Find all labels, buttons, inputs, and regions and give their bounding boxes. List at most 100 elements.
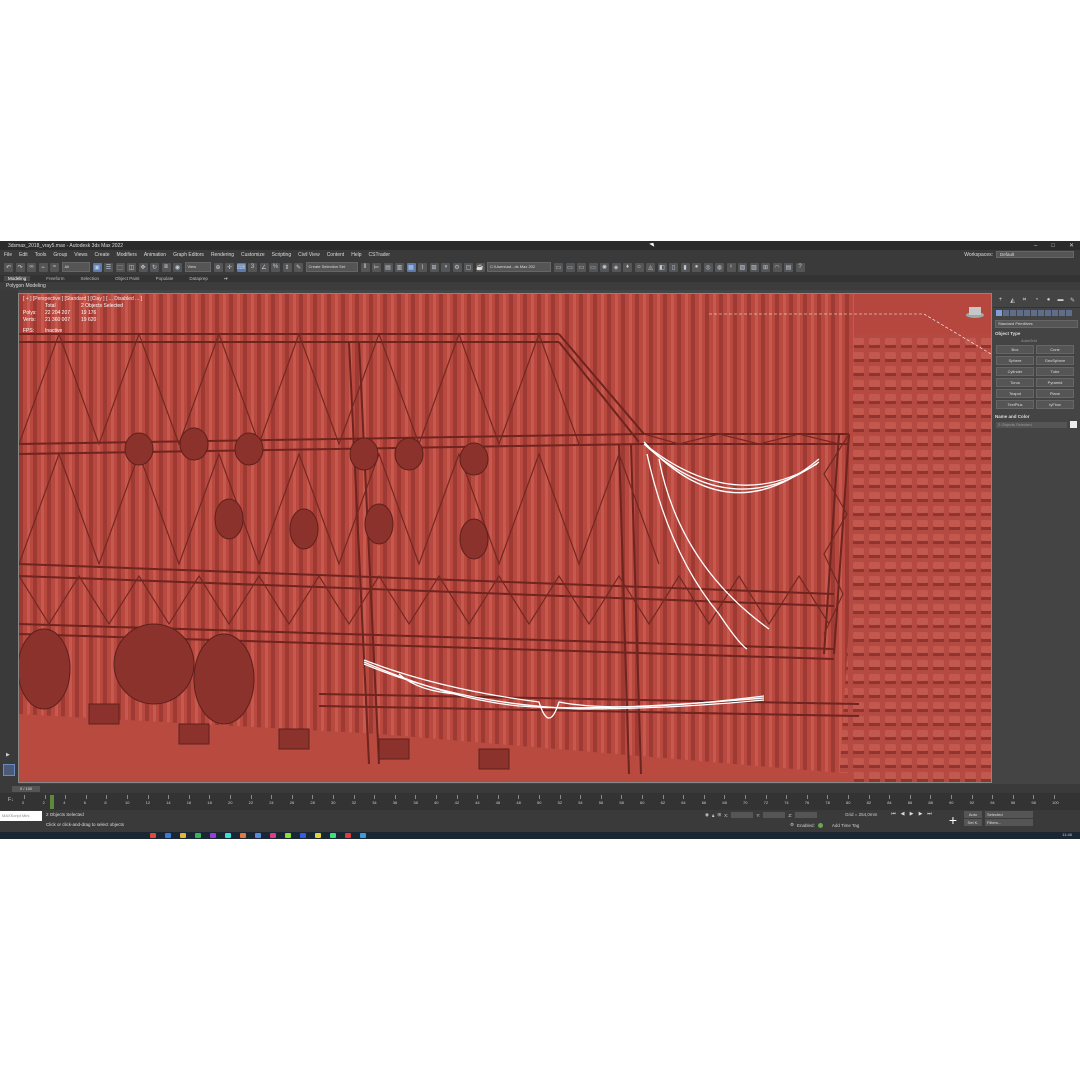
taskbar-app-icon[interactable] (210, 833, 216, 838)
taskbar-app-icon[interactable] (345, 833, 351, 838)
utilities-tab-icon[interactable]: ▬ (1056, 296, 1065, 305)
selection-filter-dropdown[interactable]: All (61, 262, 90, 272)
vray-material-icon[interactable]: ◍ (715, 262, 724, 272)
timeline-cursor[interactable] (50, 795, 54, 809)
tab-populate[interactable]: Populate (156, 276, 174, 281)
percent-snap-icon[interactable]: % (271, 262, 280, 272)
vray-plane-icon[interactable]: ▮ (680, 262, 690, 272)
script-icon[interactable]: ⚙ (790, 822, 794, 828)
taskbar-app-icon[interactable] (315, 833, 321, 838)
key-selection-dropdown[interactable]: Selected (985, 811, 1033, 818)
vray-camera-icon[interactable]: ◎ (703, 262, 713, 272)
y-coord-field[interactable] (763, 812, 786, 818)
play-icon[interactable]: ▶ (908, 811, 915, 818)
vray-sphere-icon[interactable]: ● (692, 262, 701, 272)
taskbar-app-icon[interactable] (240, 833, 246, 838)
shapes-icon[interactable] (1003, 310, 1009, 316)
vray-render-icon[interactable]: ✺ (600, 262, 609, 272)
textplus-button[interactable]: TextPlus (996, 400, 1034, 409)
spinner-snap-icon[interactable]: ⇕ (282, 262, 292, 272)
enabled-toggle[interactable] (817, 822, 823, 828)
select-move-icon[interactable]: ✥ (138, 262, 148, 272)
menu-file[interactable]: File (4, 252, 12, 258)
lock-icon[interactable]: 🔒︎ (712, 813, 714, 818)
pivot-center-icon[interactable]: ⊕ (213, 262, 223, 272)
vray-light-icon[interactable]: ♦ (623, 262, 632, 272)
reference-coord-dropdown[interactable]: View (184, 262, 211, 272)
object-name-field[interactable]: 2 Objects Selected (996, 421, 1067, 428)
menu-customize[interactable]: Customize (241, 252, 265, 258)
undo-icon[interactable]: ↶ (4, 262, 13, 272)
taskbar-app-icon[interactable] (180, 833, 186, 838)
menu-create[interactable]: Create (95, 252, 110, 258)
vray-dome-icon[interactable]: ◬ (646, 262, 655, 272)
curve-editor-icon[interactable]: ⌇ (418, 262, 427, 272)
geosphere-button[interactable]: GeoSphere (1036, 356, 1074, 365)
lights-icon[interactable] (1010, 310, 1016, 316)
object-type-rollout[interactable]: Object Type (995, 331, 1078, 336)
taskbar-app-icon[interactable] (300, 833, 306, 838)
autogrid-checkbox[interactable]: AutoGrid (1021, 338, 1080, 343)
torus-button[interactable]: Torus (996, 378, 1034, 387)
vray-sun-icon[interactable]: ☼ (634, 262, 644, 272)
menu-views[interactable]: Views (74, 252, 87, 258)
folder-icon[interactable]: ▭ (554, 262, 563, 272)
angle-snap-icon[interactable]: ∠ (259, 262, 269, 272)
viewport-label[interactable]: [ + ] [Perspective ] [Standard ] [Clay ]… (23, 296, 142, 302)
auto-key-button[interactable]: Auto (964, 811, 982, 818)
minimize-button[interactable]: – (1034, 243, 1037, 249)
plane-button[interactable]: Plane (1036, 389, 1074, 398)
tab-freeform[interactable]: Freeform (46, 276, 64, 281)
extra-icon-1[interactable] (1045, 310, 1051, 316)
mirror-icon[interactable]: ⫴ (360, 262, 370, 272)
taskbar-app-icon[interactable] (225, 833, 231, 838)
named-selection-dropdown[interactable]: Create Selection Set (305, 262, 358, 272)
taskbar-app-icon[interactable] (165, 833, 171, 838)
pyramid-button[interactable]: Pyramid (1036, 378, 1074, 387)
folder-save-icon[interactable]: ▭ (577, 262, 586, 272)
taskbar-app-icon[interactable] (255, 833, 261, 838)
isolate-icon[interactable]: ◉ (705, 812, 709, 818)
unlink-icon[interactable]: ⌁ (38, 262, 48, 272)
vray-eye-icon[interactable]: ◠ (772, 262, 782, 272)
primitive-category-dropdown[interactable]: Standard Primitives (995, 320, 1078, 328)
menu-tools[interactable]: Tools (35, 252, 47, 258)
key-filters-button[interactable]: Filters... (985, 819, 1033, 826)
set-key-button[interactable]: Set K. (964, 819, 982, 826)
vray-light-lister-icon[interactable]: ♀ (726, 262, 736, 272)
spacewarps-icon[interactable] (1031, 310, 1037, 316)
workspace-dropdown[interactable]: Default (996, 251, 1074, 258)
menu-content[interactable]: Content (327, 252, 345, 258)
systems-icon[interactable] (1038, 310, 1044, 316)
vray-proxy-icon[interactable]: ◧ (657, 262, 667, 272)
bind-spacewarp-icon[interactable]: ≈ (50, 262, 59, 272)
viewport-layout-button[interactable] (3, 764, 15, 776)
go-to-end-icon[interactable]: ⏭ (926, 811, 933, 818)
link-icon[interactable]: ∞ (27, 262, 36, 272)
ribbon-sub-label[interactable]: Polygon Modeling (6, 283, 46, 289)
vray-fur-icon[interactable]: ▯ (669, 262, 678, 272)
menu-edit[interactable]: Edit (19, 252, 28, 258)
help-icon[interactable]: ? (795, 262, 805, 272)
edit-named-selection-icon[interactable]: ✎ (294, 262, 303, 272)
placement-icon[interactable]: ◉ (173, 262, 182, 272)
menu-animation[interactable]: Animation (144, 252, 166, 258)
render-production-icon[interactable]: ☕ (475, 262, 485, 272)
menu-cstrader[interactable]: CSTrader (369, 252, 391, 258)
helpers-icon[interactable] (1024, 310, 1030, 316)
vray-exposure-icon[interactable]: ▧ (738, 262, 747, 272)
previous-frame-icon[interactable]: ◀ (899, 811, 906, 818)
folder-recent-icon[interactable]: ▭ (588, 262, 598, 272)
folder-open-icon[interactable]: ▭ (565, 262, 575, 272)
window-crossing-icon[interactable]: ◫ (127, 262, 136, 272)
wrench-icon[interactable]: ✎ (1068, 296, 1077, 305)
cameras-icon[interactable] (1017, 310, 1023, 316)
teapot-button[interactable]: Teapot (996, 389, 1034, 398)
layer-explorer-icon[interactable]: ▥ (395, 262, 404, 272)
object-color-swatch[interactable] (1070, 421, 1077, 428)
modify-tab-icon[interactable]: ◭ (1008, 296, 1017, 305)
cone-button[interactable]: Cone (1036, 345, 1074, 354)
go-to-start-icon[interactable]: ⏮ (890, 811, 897, 818)
extra-icon-3[interactable] (1059, 310, 1065, 316)
menu-group[interactable]: Group (53, 252, 67, 258)
